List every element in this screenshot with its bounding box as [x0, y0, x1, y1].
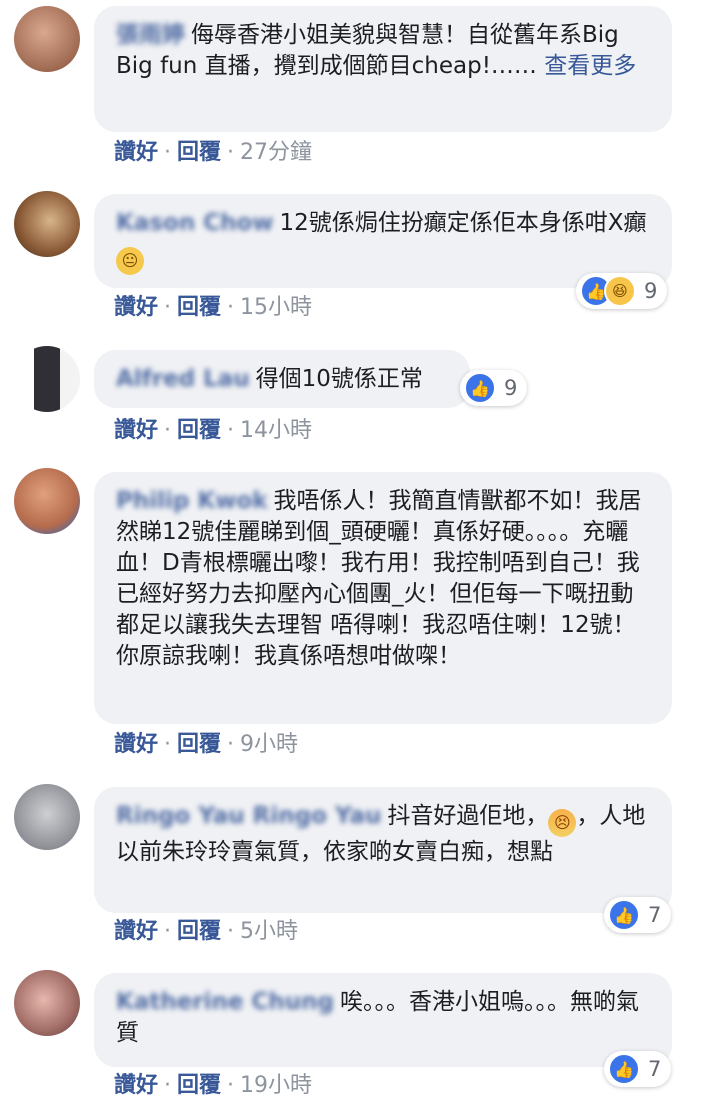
comment-author[interactable]: Philip Kwok — [116, 486, 268, 517]
like-link[interactable]: 讚好 — [114, 919, 158, 944]
like-reaction-icon: 👍 — [608, 899, 640, 931]
comment-actions: 讚好 · 回覆 · 5小時 — [114, 919, 299, 944]
comment-author[interactable]: Alfred Lau — [116, 364, 250, 395]
comment-author[interactable]: Ringo Yau Ringo Yau — [116, 801, 381, 832]
reaction-count: 9 — [644, 279, 658, 303]
comment-text: 12號係焗住扮癲定係佢本身係咁X癲 — [279, 210, 647, 236]
comment-bubble: 張雨婷 侮辱香港小姐美貌與智慧！自從舊年系Big Big fun 直播，攪到成個節… — [94, 6, 672, 132]
comment-text: 抖音好過佢地， — [387, 803, 549, 829]
avatar[interactable] — [14, 468, 80, 534]
angry-face-icon: 😣 — [548, 809, 577, 837]
like-reaction-icon: 👍 — [608, 1053, 640, 1085]
comment-bubble: Philip Kwok 我唔係人！我簡直情獸都不如！我居然睇12號佳麗睇到個_頭硬… — [94, 472, 672, 724]
comment-actions: 讚好 · 回覆 · 14小時 — [114, 418, 313, 443]
reply-link[interactable]: 回覆 — [177, 1073, 221, 1098]
comment-actions: 讚好 · 回覆 · 9小時 — [114, 732, 299, 757]
timestamp[interactable]: 5小時 — [240, 919, 298, 944]
like-reaction-icon: 👍 — [464, 372, 496, 404]
reply-link[interactable]: 回覆 — [177, 418, 221, 443]
avatar[interactable] — [14, 784, 80, 850]
like-link[interactable]: 讚好 — [114, 1073, 158, 1098]
like-link[interactable]: 讚好 — [114, 732, 158, 757]
reaction-summary[interactable]: 👍 9 — [460, 370, 528, 406]
comment-bubble: Ringo Yau Ringo Yau 抖音好過佢地， 😣 ，人地以前朱玲玲賣氣質，依… — [94, 787, 672, 913]
comment-actions: 讚好 · 回覆 · 27分鐘 — [114, 140, 313, 165]
reaction-summary[interactable]: 👍 7 — [604, 1051, 672, 1087]
neutral-face-icon: 😐 — [116, 247, 144, 275]
timestamp[interactable]: 9小時 — [240, 732, 298, 757]
reply-link[interactable]: 回覆 — [177, 732, 221, 757]
reaction-count: 7 — [648, 1057, 662, 1081]
reply-link[interactable]: 回覆 — [177, 140, 221, 165]
see-more-link[interactable]: 查看更多 — [544, 53, 636, 79]
comment-author[interactable]: Katherine Chung — [116, 987, 334, 1018]
like-link[interactable]: 讚好 — [114, 418, 158, 443]
timestamp[interactable]: 19小時 — [240, 1073, 312, 1098]
avatar[interactable] — [14, 191, 80, 257]
like-link[interactable]: 讚好 — [114, 295, 158, 320]
reaction-count: 9 — [504, 376, 518, 400]
avatar[interactable] — [14, 346, 80, 412]
reaction-summary[interactable]: 👍 7 — [604, 897, 672, 933]
timestamp[interactable]: 27分鐘 — [240, 140, 312, 165]
timestamp[interactable]: 14小時 — [240, 418, 312, 443]
avatar[interactable] — [14, 6, 80, 72]
reaction-summary[interactable]: 👍 😆 9 — [576, 273, 668, 309]
comment-text: 得個10號係正常 — [255, 366, 423, 392]
comment-actions: 讚好 · 回覆 · 19小時 — [114, 1073, 313, 1098]
haha-reaction-icon: 😆 — [604, 275, 636, 307]
comment-author[interactable]: Kason Chow — [116, 208, 274, 239]
comment-bubble: Katherine Chung 唉。。。香港小姐嗚。。。無啲氣質 — [94, 973, 672, 1067]
comment-author[interactable]: 張雨婷 — [116, 20, 185, 51]
reaction-count: 7 — [648, 903, 662, 927]
like-link[interactable]: 讚好 — [114, 140, 158, 165]
comment-actions: 讚好 · 回覆 · 15小時 — [114, 295, 313, 320]
timestamp[interactable]: 15小時 — [240, 295, 312, 320]
reply-link[interactable]: 回覆 — [177, 295, 221, 320]
reply-link[interactable]: 回覆 — [177, 919, 221, 944]
comment-bubble: Alfred Lau 得個10號係正常 — [94, 350, 470, 408]
avatar[interactable] — [14, 970, 80, 1036]
